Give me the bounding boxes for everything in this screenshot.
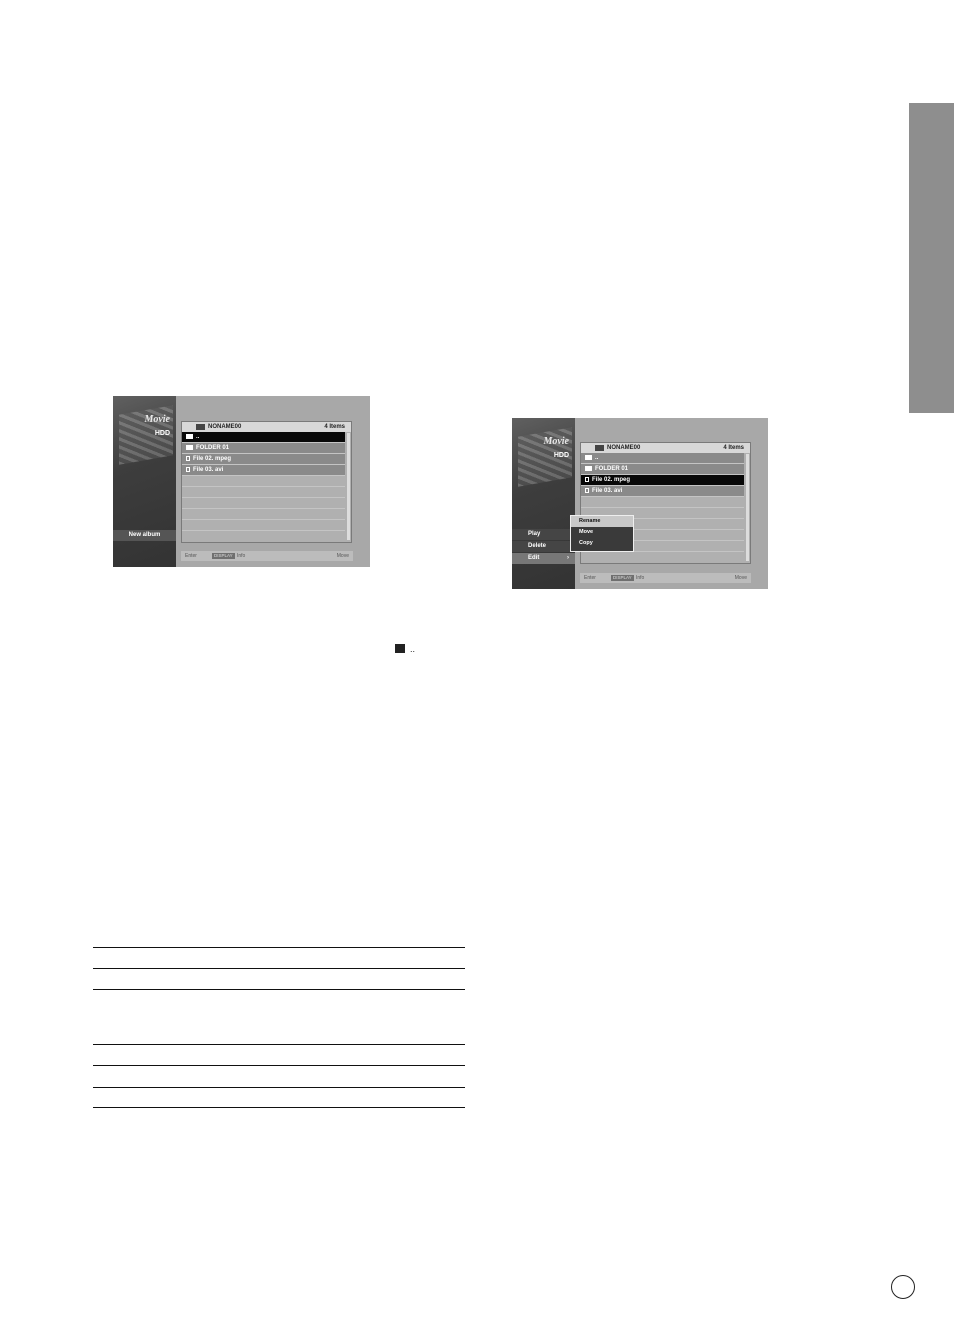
empty-row xyxy=(182,498,345,509)
movie-title: Movie xyxy=(144,414,170,425)
copy-option[interactable]: Copy xyxy=(571,538,633,549)
parent-folder-icon xyxy=(585,454,592,460)
movie-title: Movie xyxy=(543,436,569,447)
delete-button[interactable]: Delete xyxy=(512,541,575,552)
folder-name: NONAME00 xyxy=(607,445,641,451)
file-icon xyxy=(186,455,190,461)
new-album-button[interactable]: New album xyxy=(113,530,176,541)
table-rule xyxy=(93,1044,465,1045)
screenshot-new-album: Movie HDD New album NONAME00 4 Items .. … xyxy=(113,396,370,567)
play-button[interactable]: Play xyxy=(512,529,575,540)
folder-icon xyxy=(595,445,604,451)
display-key: DISPLAY xyxy=(212,553,235,559)
file-icon xyxy=(585,476,589,482)
list-item[interactable]: File 03. avi xyxy=(581,486,744,497)
file-icon xyxy=(186,466,190,472)
file-list: NONAME00 4 Items .. FOLDER 01 File 02. m… xyxy=(181,421,352,543)
list-item[interactable]: .. xyxy=(182,432,345,443)
info-hint: Info xyxy=(237,553,246,559)
table-rule xyxy=(93,968,465,969)
section-tab xyxy=(909,103,954,413)
folder-icon xyxy=(186,444,193,450)
move-hint: Move xyxy=(734,575,747,581)
empty-row xyxy=(182,520,345,531)
edit-button[interactable]: Edit › xyxy=(512,553,575,564)
display-key: DISPLAY xyxy=(611,575,634,581)
footer-bar: Enter DISPLAY Info Move xyxy=(580,573,751,583)
move-hint: Move xyxy=(336,553,349,559)
enter-hint: Enter xyxy=(584,575,596,581)
folder-name: NONAME00 xyxy=(208,424,242,430)
screenshot-edit-menu: Movie HDD Play Delete Edit › NONAME00 4 I… xyxy=(512,418,768,589)
scrollbar[interactable] xyxy=(347,433,350,540)
empty-row xyxy=(182,509,345,520)
footer-bar: Enter DISPLAY Info Move xyxy=(181,551,353,561)
empty-row xyxy=(581,497,744,508)
table-rule xyxy=(93,1065,465,1066)
left-panel: Movie HDD New album xyxy=(113,396,176,567)
folder-icon xyxy=(585,465,592,471)
empty-row xyxy=(182,487,345,498)
edit-submenu: Rename Move Copy xyxy=(570,515,634,552)
page-number-badge xyxy=(891,1275,915,1299)
parent-folder-icon xyxy=(395,644,405,653)
list-item[interactable]: File 02. mpeg xyxy=(581,475,744,486)
folder-icon xyxy=(196,424,205,430)
file-icon xyxy=(585,487,589,493)
left-panel: Movie HDD Play Delete Edit › xyxy=(512,418,575,589)
chevron-right-icon: › xyxy=(567,555,569,561)
list-header: NONAME00 4 Items xyxy=(182,422,351,432)
info-hint: Info xyxy=(636,575,645,581)
table-rule xyxy=(93,1107,465,1108)
table-rule xyxy=(93,947,465,948)
parent-folder-symbol: .. xyxy=(410,644,416,654)
scrollbar[interactable] xyxy=(746,454,749,561)
rename-option[interactable]: Rename xyxy=(571,516,633,527)
list-header: NONAME00 4 Items xyxy=(581,443,750,453)
list-item[interactable]: .. xyxy=(581,453,744,464)
table-rule xyxy=(93,989,465,990)
parent-folder-icon xyxy=(186,433,193,439)
move-option[interactable]: Move xyxy=(571,527,633,538)
drive-label: HDD xyxy=(154,430,170,437)
drive-label: HDD xyxy=(553,452,569,459)
item-count: 4 Items xyxy=(723,445,744,451)
list-item[interactable]: File 03. avi xyxy=(182,465,345,476)
empty-row xyxy=(182,476,345,487)
enter-hint: Enter xyxy=(185,553,197,559)
item-count: 4 Items xyxy=(324,424,345,430)
list-item[interactable]: File 02. mpeg xyxy=(182,454,345,465)
table-rule xyxy=(93,1087,465,1088)
list-item[interactable]: FOLDER 01 xyxy=(182,443,345,454)
list-item[interactable]: FOLDER 01 xyxy=(581,464,744,475)
